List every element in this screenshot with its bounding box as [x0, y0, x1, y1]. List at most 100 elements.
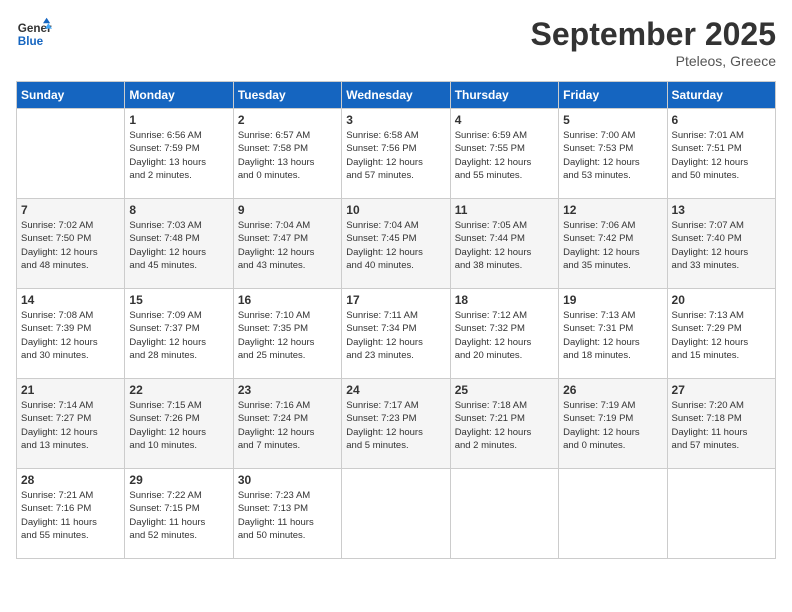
day-info: Sunrise: 7:12 AMSunset: 7:32 PMDaylight:…	[455, 309, 554, 362]
calendar-cell: 2 Sunrise: 6:57 AMSunset: 7:58 PMDaylight…	[233, 109, 341, 199]
calendar-cell: 3Sunrise: 6:58 AMSunset: 7:56 PMDaylight…	[342, 109, 450, 199]
calendar-cell: 6Sunrise: 7:01 AMSunset: 7:51 PMDaylight…	[667, 109, 775, 199]
day-info: Sunrise: 6:56 AMSunset: 7:59 PMDaylight:…	[129, 129, 228, 182]
calendar-cell: 20 Sunrise: 7:13 AMSunset: 7:29 PMDayligh…	[667, 289, 775, 379]
logo-icon: General Blue	[16, 16, 52, 52]
calendar-cell: 1 Sunrise: 6:56 AMSunset: 7:59 PMDaylight…	[125, 109, 233, 199]
calendar-cell: 9 Sunrise: 7:04 AMSunset: 7:47 PMDaylight…	[233, 199, 341, 289]
calendar-cell: 4 Sunrise: 6:59 AMSunset: 7:55 PMDaylight…	[450, 109, 558, 199]
calendar-cell	[667, 469, 775, 559]
day-number: 24	[346, 383, 445, 397]
day-number: 22	[129, 383, 228, 397]
day-info: Sunrise: 7:23 AMSunset: 7:13 PMDaylight:…	[238, 489, 337, 542]
day-info: Sunrise: 7:18 AMSunset: 7:21 PMDaylight:…	[455, 399, 554, 452]
calendar-cell	[559, 469, 667, 559]
day-number: 7	[21, 203, 120, 217]
weekday-header-saturday: Saturday	[667, 82, 775, 109]
calendar-header: SundayMondayTuesdayWednesdayThursdayFrid…	[17, 82, 776, 109]
svg-text:Blue: Blue	[18, 35, 44, 48]
day-info: Sunrise: 7:04 AMSunset: 7:45 PMDaylight:…	[346, 219, 445, 272]
day-number: 15	[129, 293, 228, 307]
day-info: Sunrise: 7:11 AMSunset: 7:34 PMDaylight:…	[346, 309, 445, 362]
day-number: 13	[672, 203, 771, 217]
day-number: 16	[238, 293, 337, 307]
day-info: Sunrise: 7:16 AMSunset: 7:24 PMDaylight:…	[238, 399, 337, 452]
calendar-cell: 11Sunrise: 7:05 AMSunset: 7:44 PMDayligh…	[450, 199, 558, 289]
location: Pteleos, Greece	[531, 53, 776, 69]
calendar-cell: 22 Sunrise: 7:15 AMSunset: 7:26 PMDayligh…	[125, 379, 233, 469]
title-block: September 2025 Pteleos, Greece	[531, 16, 776, 69]
day-info: Sunrise: 7:20 AMSunset: 7:18 PMDaylight:…	[672, 399, 771, 452]
calendar-cell: 7Sunrise: 7:02 AMSunset: 7:50 PMDaylight…	[17, 199, 125, 289]
day-number: 8	[129, 203, 228, 217]
day-number: 10	[346, 203, 445, 217]
day-number: 9	[238, 203, 337, 217]
day-number: 1	[129, 113, 228, 127]
day-info: Sunrise: 7:15 AMSunset: 7:26 PMDaylight:…	[129, 399, 228, 452]
day-info: Sunrise: 7:13 AMSunset: 7:31 PMDaylight:…	[563, 309, 662, 362]
calendar-cell: 16 Sunrise: 7:10 AMSunset: 7:35 PMDayligh…	[233, 289, 341, 379]
day-info: Sunrise: 7:00 AMSunset: 7:53 PMDaylight:…	[563, 129, 662, 182]
calendar-cell: 25 Sunrise: 7:18 AMSunset: 7:21 PMDayligh…	[450, 379, 558, 469]
calendar-cell: 27 Sunrise: 7:20 AMSunset: 7:18 PMDayligh…	[667, 379, 775, 469]
calendar-cell: 5 Sunrise: 7:00 AMSunset: 7:53 PMDaylight…	[559, 109, 667, 199]
day-info: Sunrise: 7:08 AMSunset: 7:39 PMDaylight:…	[21, 309, 120, 362]
day-info: Sunrise: 7:17 AMSunset: 7:23 PMDaylight:…	[346, 399, 445, 452]
day-number: 12	[563, 203, 662, 217]
day-number: 26	[563, 383, 662, 397]
day-info: Sunrise: 7:04 AMSunset: 7:47 PMDaylight:…	[238, 219, 337, 272]
day-info: Sunrise: 7:09 AMSunset: 7:37 PMDaylight:…	[129, 309, 228, 362]
day-info: Sunrise: 7:14 AMSunset: 7:27 PMDaylight:…	[21, 399, 120, 452]
calendar-body: 1 Sunrise: 6:56 AMSunset: 7:59 PMDaylight…	[17, 109, 776, 559]
calendar-cell: 30Sunrise: 7:23 AMSunset: 7:13 PMDayligh…	[233, 469, 341, 559]
day-number: 4	[455, 113, 554, 127]
day-number: 23	[238, 383, 337, 397]
weekday-header-row: SundayMondayTuesdayWednesdayThursdayFrid…	[17, 82, 776, 109]
day-number: 2	[238, 113, 337, 127]
day-number: 6	[672, 113, 771, 127]
day-number: 18	[455, 293, 554, 307]
day-info: Sunrise: 7:10 AMSunset: 7:35 PMDaylight:…	[238, 309, 337, 362]
calendar-cell: 21Sunrise: 7:14 AMSunset: 7:27 PMDayligh…	[17, 379, 125, 469]
svg-text:General: General	[18, 22, 52, 35]
calendar-week-3: 14 Sunrise: 7:08 AMSunset: 7:39 PMDayligh…	[17, 289, 776, 379]
day-number: 3	[346, 113, 445, 127]
calendar-week-4: 21Sunrise: 7:14 AMSunset: 7:27 PMDayligh…	[17, 379, 776, 469]
day-info: Sunrise: 7:19 AMSunset: 7:19 PMDaylight:…	[563, 399, 662, 452]
calendar-cell: 14 Sunrise: 7:08 AMSunset: 7:39 PMDayligh…	[17, 289, 125, 379]
calendar-cell: 24 Sunrise: 7:17 AMSunset: 7:23 PMDayligh…	[342, 379, 450, 469]
month-title: September 2025	[531, 16, 776, 53]
day-number: 17	[346, 293, 445, 307]
day-number: 19	[563, 293, 662, 307]
calendar-cell	[342, 469, 450, 559]
weekday-header-friday: Friday	[559, 82, 667, 109]
calendar-cell: 10 Sunrise: 7:04 AMSunset: 7:45 PMDayligh…	[342, 199, 450, 289]
day-number: 25	[455, 383, 554, 397]
day-number: 27	[672, 383, 771, 397]
day-info: Sunrise: 7:06 AMSunset: 7:42 PMDaylight:…	[563, 219, 662, 272]
day-number: 11	[455, 203, 554, 217]
calendar-week-2: 7Sunrise: 7:02 AMSunset: 7:50 PMDaylight…	[17, 199, 776, 289]
day-number: 28	[21, 473, 120, 487]
calendar-cell	[17, 109, 125, 199]
day-info: Sunrise: 6:57 AMSunset: 7:58 PMDaylight:…	[238, 129, 337, 182]
calendar-week-1: 1 Sunrise: 6:56 AMSunset: 7:59 PMDaylight…	[17, 109, 776, 199]
weekday-header-monday: Monday	[125, 82, 233, 109]
calendar-cell: 12 Sunrise: 7:06 AMSunset: 7:42 PMDayligh…	[559, 199, 667, 289]
weekday-header-wednesday: Wednesday	[342, 82, 450, 109]
day-number: 20	[672, 293, 771, 307]
day-number: 29	[129, 473, 228, 487]
weekday-header-tuesday: Tuesday	[233, 82, 341, 109]
weekday-header-sunday: Sunday	[17, 82, 125, 109]
calendar-cell: 23 Sunrise: 7:16 AMSunset: 7:24 PMDayligh…	[233, 379, 341, 469]
calendar-week-5: 28Sunrise: 7:21 AMSunset: 7:16 PMDayligh…	[17, 469, 776, 559]
day-number: 14	[21, 293, 120, 307]
calendar-table: SundayMondayTuesdayWednesdayThursdayFrid…	[16, 81, 776, 559]
day-info: Sunrise: 6:59 AMSunset: 7:55 PMDaylight:…	[455, 129, 554, 182]
weekday-header-thursday: Thursday	[450, 82, 558, 109]
day-info: Sunrise: 7:22 AMSunset: 7:15 PMDaylight:…	[129, 489, 228, 542]
day-number: 5	[563, 113, 662, 127]
calendar-cell	[450, 469, 558, 559]
calendar-cell: 18 Sunrise: 7:12 AMSunset: 7:32 PMDayligh…	[450, 289, 558, 379]
day-info: Sunrise: 7:13 AMSunset: 7:29 PMDaylight:…	[672, 309, 771, 362]
